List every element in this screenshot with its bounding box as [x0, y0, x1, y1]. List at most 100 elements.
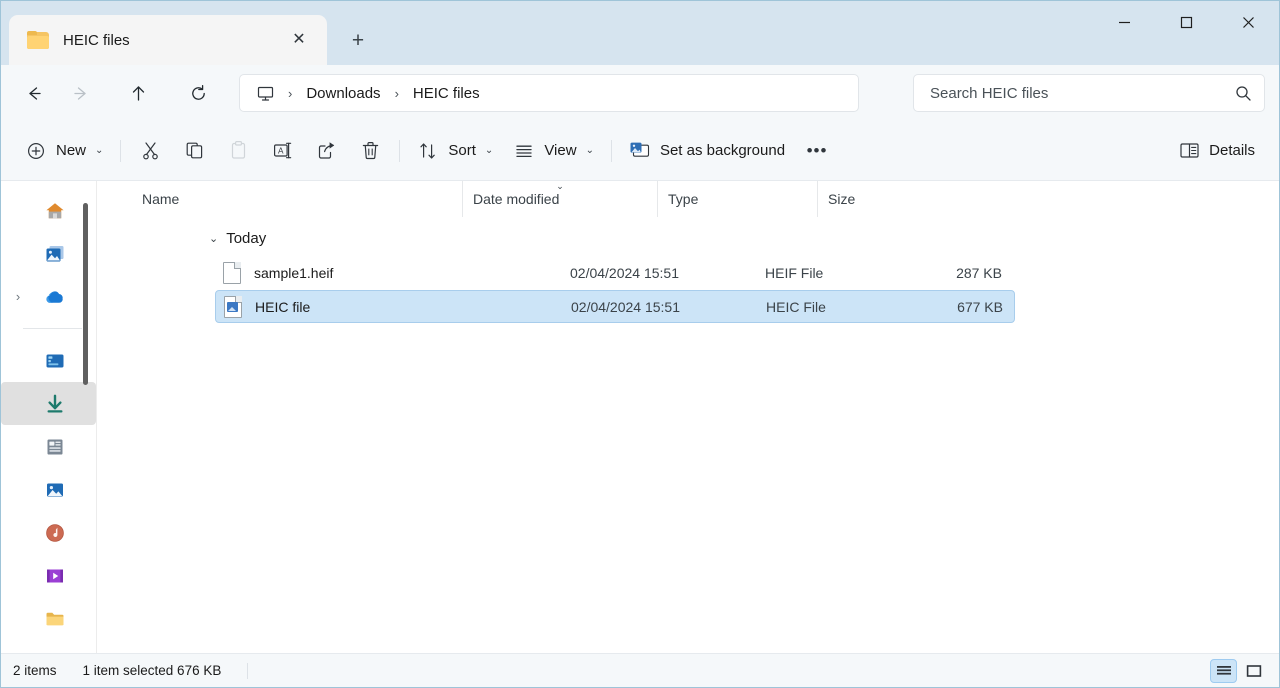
plus-circle-icon — [25, 140, 47, 162]
group-header-today[interactable]: ⌄ Today — [97, 221, 1279, 255]
sidebar-item-videos[interactable] — [1, 554, 96, 597]
share-icon — [315, 140, 337, 162]
documents-icon — [35, 436, 75, 458]
toolbar-divider — [120, 140, 121, 162]
rename-button[interactable]: A — [260, 132, 304, 170]
up-arrow-icon[interactable] — [119, 74, 157, 112]
refresh-icon[interactable] — [179, 74, 217, 112]
view-list-icon — [513, 140, 535, 162]
file-name-label: sample1.heif — [254, 265, 333, 281]
breadcrumb[interactable]: › Downloads › HEIC files — [239, 74, 859, 112]
column-header-type-label: Type — [668, 191, 698, 207]
view-button-label: View — [544, 142, 576, 159]
paste-button[interactable] — [216, 132, 260, 170]
sort-button[interactable]: Sort ⌄ — [407, 132, 503, 170]
sidebar-item-music[interactable] — [1, 511, 96, 554]
share-button[interactable] — [304, 132, 348, 170]
table-row[interactable]: HEIC file 02/04/2024 15:51 HEIC File 677… — [215, 290, 1015, 323]
paste-clipboard-icon — [227, 140, 249, 162]
command-bar: New ⌄ A — [1, 121, 1279, 181]
set-background-image-icon — [629, 140, 651, 162]
sidebar-divider — [23, 328, 82, 329]
sort-indicator-icon: ⌄ — [556, 182, 564, 191]
search-input[interactable] — [930, 85, 1235, 102]
sidebar-scrollbar[interactable] — [83, 203, 88, 385]
navigation-list: › — [1, 181, 96, 640]
downloads-icon — [35, 393, 75, 415]
column-header-size[interactable]: Size — [817, 181, 922, 217]
large-icons-view-toggle[interactable] — [1240, 659, 1267, 683]
sidebar-item-gallery[interactable] — [1, 232, 96, 275]
column-header-date-modified-label: Date modified — [473, 191, 559, 207]
sidebar-item-home[interactable] — [1, 189, 96, 232]
pictures-icon — [35, 479, 75, 501]
music-icon — [35, 522, 75, 544]
file-type-cell: HEIC File — [756, 299, 916, 315]
chevron-down-icon: ⌄ — [485, 145, 493, 156]
set-as-background-label: Set as background — [660, 142, 785, 159]
group-header-label: Today — [226, 230, 266, 247]
chevron-down-icon: ⌄ — [586, 145, 594, 156]
rename-icon: A — [271, 140, 293, 162]
gallery-icon — [35, 243, 75, 265]
new-button-label: New — [56, 142, 86, 159]
sidebar-item-folder[interactable] — [1, 597, 96, 640]
delete-button[interactable] — [348, 132, 392, 170]
search-icon[interactable] — [1235, 85, 1252, 102]
sort-icon — [417, 140, 439, 162]
folder-icon — [35, 608, 75, 630]
selection-info-label: 1 item selected 676 KB — [83, 663, 222, 678]
generic-file-icon — [223, 262, 241, 284]
new-button[interactable]: New ⌄ — [15, 132, 113, 170]
tab-heic-files[interactable]: HEIC files ✕ — [9, 15, 327, 65]
column-header-size-label: Size — [828, 191, 855, 207]
breadcrumb-item-downloads[interactable]: Downloads — [301, 82, 385, 105]
window-controls — [1093, 1, 1279, 43]
details-pane-button[interactable]: Details — [1168, 132, 1265, 170]
details-view-toggle[interactable] — [1210, 659, 1237, 683]
search-box[interactable] — [913, 74, 1265, 112]
details-pane-icon — [1178, 140, 1200, 162]
folder-icon — [27, 31, 49, 49]
close-tab-icon[interactable]: ✕ — [285, 26, 313, 54]
desktop-icon — [35, 350, 75, 372]
column-header-type[interactable]: Type — [657, 181, 817, 217]
file-size-cell: 287 KB — [915, 265, 1012, 281]
details-pane-label: Details — [1209, 142, 1255, 159]
more-options-button[interactable]: ••• — [795, 132, 839, 170]
new-tab-button[interactable]: + — [341, 23, 375, 57]
videos-icon — [35, 565, 75, 587]
file-size-cell: 677 KB — [916, 299, 1013, 315]
trash-icon — [359, 140, 381, 162]
breadcrumb-item-heic-files[interactable]: HEIC files — [408, 82, 485, 105]
this-pc-monitor-icon[interactable] — [252, 84, 279, 103]
sidebar-item-pictures[interactable] — [1, 468, 96, 511]
minimize-icon[interactable] — [1093, 1, 1155, 43]
toolbar-divider — [611, 140, 612, 162]
chevron-down-icon[interactable]: ⌄ — [209, 232, 218, 245]
cut-button[interactable] — [128, 132, 172, 170]
column-header-name[interactable]: Name — [117, 181, 462, 217]
onedrive-cloud-icon — [35, 286, 75, 308]
sidebar-item-onedrive[interactable]: › — [1, 275, 96, 318]
sidebar-item-downloads[interactable] — [1, 382, 96, 425]
column-header-date-modified[interactable]: ⌄ Date modified — [462, 181, 657, 217]
close-icon[interactable] — [1217, 1, 1279, 43]
file-name-cell: HEIC file — [216, 296, 561, 318]
table-row[interactable]: sample1.heif 02/04/2024 15:51 HEIF File … — [215, 256, 1015, 289]
expand-chevron-icon[interactable]: › — [1, 289, 35, 304]
set-as-background-button[interactable]: Set as background — [619, 132, 795, 170]
view-button[interactable]: View ⌄ — [503, 132, 604, 170]
explorer-body: › — [1, 181, 1279, 653]
column-header-name-label: Name — [142, 191, 179, 207]
scissors-icon — [139, 140, 161, 162]
sidebar-item-documents[interactable] — [1, 425, 96, 468]
copy-button[interactable] — [172, 132, 216, 170]
status-divider — [247, 663, 248, 679]
forward-arrow-icon[interactable] — [61, 74, 99, 112]
back-arrow-icon[interactable] — [15, 74, 53, 112]
image-file-icon — [224, 296, 242, 318]
column-headers: Name ⌄ Date modified Type Size — [97, 181, 1279, 217]
maximize-icon[interactable] — [1155, 1, 1217, 43]
sidebar-item-desktop[interactable] — [1, 339, 96, 382]
